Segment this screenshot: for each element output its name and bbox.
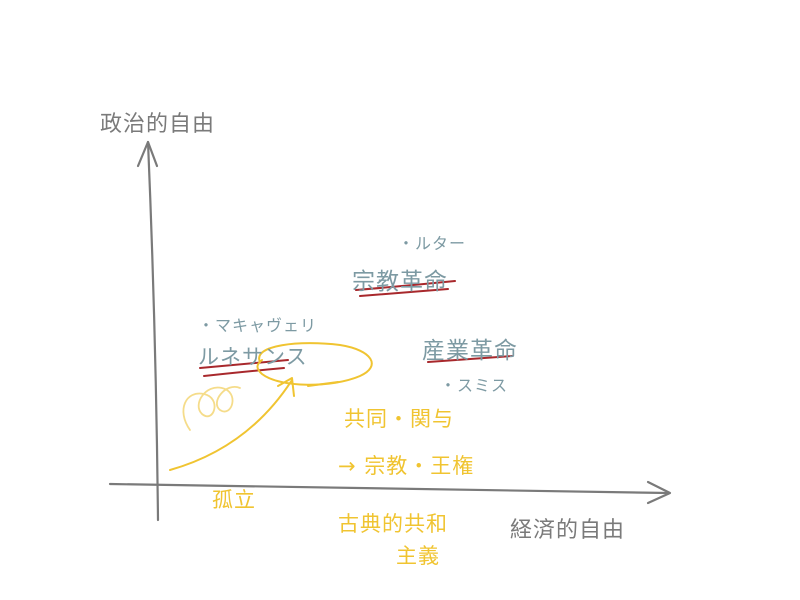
shuukyou-ouken-label: → 宗教・王権 — [338, 454, 475, 478]
machiavelli-label: ・マキャヴェリ — [198, 316, 318, 335]
y-axis-label: 政治的自由 — [100, 112, 216, 137]
koten-kyouwa-label: 古典的共和 — [338, 512, 448, 536]
smith-label: ・スミス — [440, 376, 509, 395]
y-axis — [146, 140, 160, 522]
x-axis — [108, 482, 670, 495]
gold-curved-arrowhead — [277, 377, 295, 397]
kyoudou-kanyo-label: 共同・関与 — [344, 407, 454, 431]
luther-label: ・ルター — [398, 234, 467, 253]
shugi-label: 主義 — [396, 544, 440, 568]
industrial-revolution-label: 産業革命 — [422, 338, 518, 364]
koritsu-label: 孤立 — [212, 488, 256, 512]
gold-spiral — [182, 386, 241, 431]
x-axis-label: 経済的自由 — [510, 518, 626, 543]
reformation-label: 宗教革命 — [352, 269, 448, 295]
renaissance-label: ルネサンス — [198, 345, 308, 369]
